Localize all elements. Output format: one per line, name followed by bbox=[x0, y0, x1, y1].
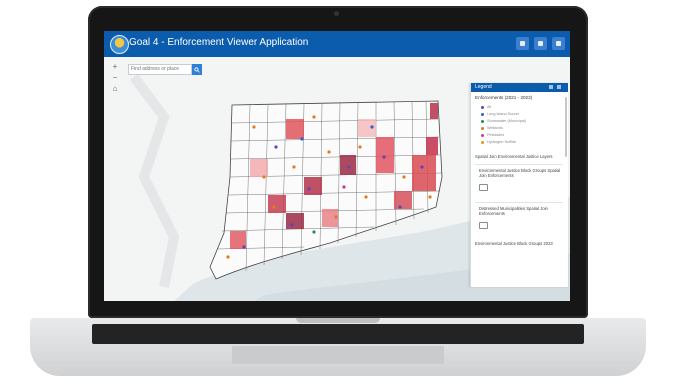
search-button[interactable] bbox=[192, 64, 202, 75]
laptop-hinge-notch bbox=[296, 318, 380, 323]
legend-item: Long Island Sound bbox=[475, 111, 563, 118]
legend-item: Wetlands bbox=[475, 125, 563, 132]
legend-body: Enforcements (2021 - 2023) All Long Isla… bbox=[475, 95, 563, 246]
legend-card-title: Distressed Municipalities Spatial Join E… bbox=[479, 206, 548, 216]
legend-marker-icon bbox=[481, 127, 484, 130]
legend-marker-icon bbox=[481, 141, 484, 144]
legend-marker-icon bbox=[481, 113, 484, 116]
legend-section-title: Enforcements (2021 - 2023) bbox=[475, 95, 533, 100]
layers-icon bbox=[556, 41, 561, 46]
app-screen: Goal 4 - Enforcement Viewer Application bbox=[104, 31, 570, 301]
search-icon bbox=[194, 66, 200, 73]
info-button[interactable] bbox=[516, 37, 529, 50]
legend-subtitle: Spatial Join Environmental Justice Layer… bbox=[475, 154, 553, 159]
legend-item: All bbox=[475, 104, 563, 111]
layers-button[interactable] bbox=[552, 37, 565, 50]
legend-marker-icon bbox=[481, 106, 484, 109]
legend-label: Wetlands bbox=[487, 126, 503, 130]
minimize-icon[interactable] bbox=[549, 85, 553, 89]
map-view[interactable]: + − ⌂ Legend Enforcements (2021 - 2023) … bbox=[104, 57, 570, 301]
legend-card[interactable]: Distressed Municipalities Spatial Join E… bbox=[475, 202, 563, 235]
search-input[interactable] bbox=[131, 65, 189, 74]
legend-footer: Environmental Justice Block Groups 2023 bbox=[475, 241, 553, 246]
app-title: Goal 4 - Enforcement Viewer Application bbox=[129, 37, 309, 48]
zoom-in-button[interactable]: + bbox=[113, 63, 118, 71]
legend-card-title: Environmental Justice Block Groups Spati… bbox=[479, 168, 561, 178]
close-icon[interactable] bbox=[557, 85, 561, 89]
legend-scrollbar[interactable] bbox=[565, 97, 567, 157]
keyboard bbox=[92, 324, 584, 344]
grid-button[interactable] bbox=[534, 37, 547, 50]
legend-item: Stormwater (Municipal) bbox=[475, 118, 563, 125]
legend-label: All bbox=[487, 105, 492, 109]
zoom-control: + − ⌂ bbox=[110, 63, 120, 103]
camera-dot bbox=[334, 11, 339, 16]
terrain-shading bbox=[130, 74, 180, 288]
legend-header: Legend bbox=[471, 83, 568, 92]
home-button[interactable]: ⌂ bbox=[113, 85, 118, 93]
legend-label: Hydrogen Sulfide bbox=[487, 140, 517, 144]
app-header: Goal 4 - Enforcement Viewer Application bbox=[104, 31, 570, 57]
legend-card[interactable]: Environmental Justice Block Groups Spati… bbox=[475, 164, 563, 197]
legend-panel: Legend Enforcements (2021 - 2023) All Lo… bbox=[470, 83, 568, 287]
zoom-out-button[interactable]: − bbox=[113, 74, 118, 82]
legend-label: Pesticides bbox=[487, 133, 505, 137]
trackpad bbox=[232, 346, 444, 364]
legend-label: Stormwater (Municipal) bbox=[487, 119, 527, 123]
legend-item: Pesticides bbox=[475, 132, 563, 139]
folder-icon bbox=[479, 184, 488, 191]
ct-seal-logo-icon bbox=[110, 35, 129, 54]
legend-item: Hydrogen Sulfide bbox=[475, 139, 563, 146]
grid-icon bbox=[538, 41, 543, 46]
info-icon bbox=[520, 41, 525, 46]
legend-title: Legend bbox=[475, 84, 492, 90]
folder-icon bbox=[479, 222, 488, 229]
search-box[interactable] bbox=[128, 64, 192, 75]
legend-marker-icon bbox=[481, 120, 484, 123]
legend-marker-icon bbox=[481, 134, 484, 137]
legend-label: Long Island Sound bbox=[487, 112, 519, 116]
